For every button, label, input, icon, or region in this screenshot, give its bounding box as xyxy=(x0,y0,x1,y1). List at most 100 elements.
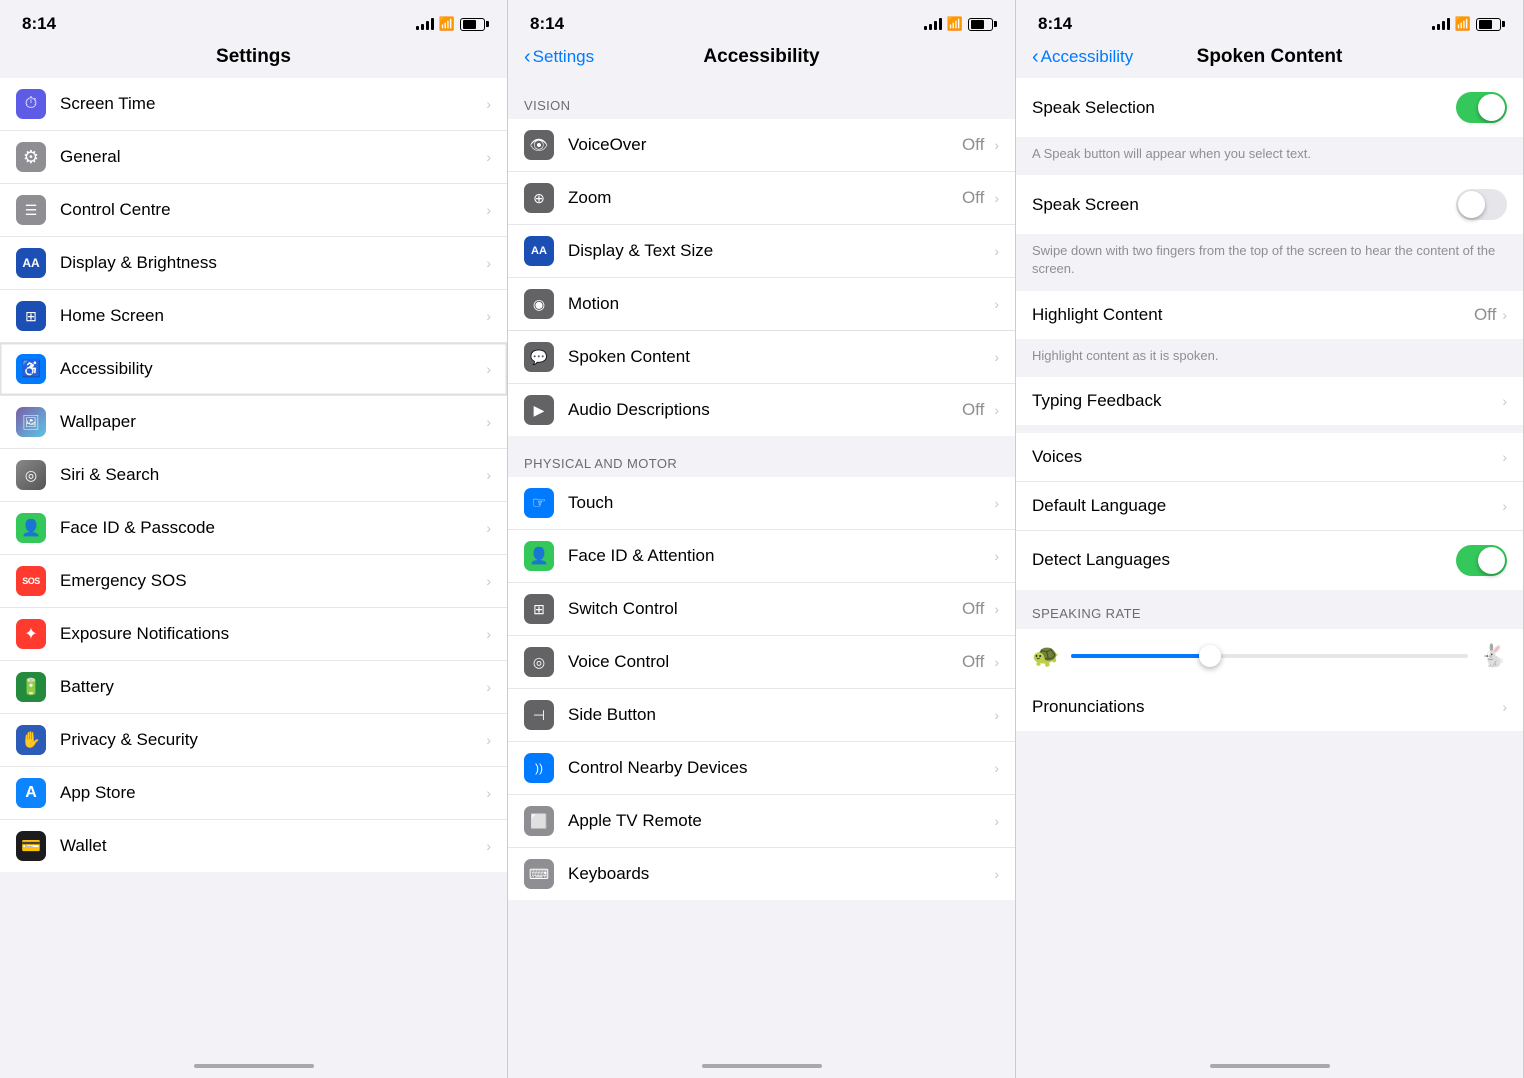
settings-item-general[interactable]: ⚙ General › xyxy=(0,131,507,184)
speak-selection-toggle-knob xyxy=(1478,94,1505,121)
time-3: 8:14 xyxy=(1038,14,1072,34)
settings-back-button[interactable]: ‹ Settings xyxy=(524,47,594,67)
typing-feedback-item[interactable]: Typing Feedback › xyxy=(1016,377,1523,425)
spoken-content-list[interactable]: Speak Selection A Speak button will appe… xyxy=(1016,78,1523,1058)
settings-item-exposure[interactable]: ✦ Exposure Notifications › xyxy=(0,608,507,661)
settings-item-battery[interactable]: 🔋 Battery › xyxy=(0,661,507,714)
settings-item-motion[interactable]: ◉ Motion › xyxy=(508,278,1015,331)
settings-item-side-button[interactable]: ⊣ Side Button › xyxy=(508,689,1015,742)
detect-languages-toggle-knob xyxy=(1478,547,1505,574)
settings-item-privacy-security[interactable]: ✋ Privacy & Security › xyxy=(0,714,507,767)
back-arrow-icon-2: ‹ xyxy=(524,47,531,67)
motion-chevron: › xyxy=(994,296,999,312)
privacy-security-label: Privacy & Security xyxy=(60,730,482,750)
settings-item-app-store[interactable]: A App Store › xyxy=(0,767,507,820)
speak-screen-toggle[interactable] xyxy=(1456,189,1507,220)
speak-screen-item[interactable]: Speak Screen xyxy=(1016,175,1523,234)
accessibility-list[interactable]: VISION 👁 VoiceOver Off › ⊕ Zoom Off › xyxy=(508,78,1015,1058)
settings-item-switch-control[interactable]: ⊞ Switch Control Off › xyxy=(508,583,1015,636)
back-label-2: Settings xyxy=(533,47,594,67)
pronunciations-group: Pronunciations › xyxy=(1016,683,1523,731)
settings-item-wallet[interactable]: 💳 Wallet › xyxy=(0,820,507,872)
face-id-chevron: › xyxy=(486,520,491,536)
zoom-chevron: › xyxy=(994,190,999,206)
speak-selection-group: Speak Selection xyxy=(1016,78,1523,137)
settings-item-touch[interactable]: ☞ Touch › xyxy=(508,477,1015,530)
highlight-content-item[interactable]: Highlight Content Off › xyxy=(1016,291,1523,339)
home-indicator-3 xyxy=(1210,1064,1330,1068)
slow-turtle-icon: 🐢 xyxy=(1032,643,1059,669)
settings-item-control-nearby[interactable]: )) Control Nearby Devices › xyxy=(508,742,1015,795)
control-centre-chevron: › xyxy=(486,202,491,218)
speak-screen-group: Speak Screen xyxy=(1016,175,1523,234)
voices-item[interactable]: Voices › xyxy=(1016,433,1523,482)
wallet-label: Wallet xyxy=(60,836,482,856)
speaking-rate-slider[interactable] xyxy=(1071,654,1467,658)
speak-selection-toggle[interactable] xyxy=(1456,92,1507,123)
voice-control-chevron: › xyxy=(994,654,999,670)
emergency-sos-icon: SOS xyxy=(16,566,46,596)
accessibility-back-button[interactable]: ‹ Accessibility xyxy=(1032,47,1133,67)
zoom-label: Zoom xyxy=(568,188,962,208)
detect-languages-toggle[interactable] xyxy=(1456,545,1507,576)
face-id-attention-icon: 👤 xyxy=(524,541,554,571)
battery-settings-icon: 🔋 xyxy=(16,672,46,702)
speak-selection-description: A Speak button will appear when you sele… xyxy=(1016,137,1523,175)
speaking-rate-fill xyxy=(1071,654,1210,658)
detect-languages-label: Detect Languages xyxy=(1032,550,1456,570)
status-icons-2: 📶 xyxy=(924,16,993,32)
home-indicator-area-2 xyxy=(508,1058,1015,1078)
voices-group: Voices › Default Language › Detect Langu… xyxy=(1016,433,1523,590)
switch-control-icon: ⊞ xyxy=(524,594,554,624)
settings-item-audio-descriptions[interactable]: ▶ Audio Descriptions Off › xyxy=(508,384,1015,436)
switch-control-chevron: › xyxy=(994,601,999,617)
audio-descriptions-icon: ▶ xyxy=(524,395,554,425)
speak-selection-label: Speak Selection xyxy=(1032,98,1456,118)
settings-item-face-id-attention[interactable]: 👤 Face ID & Attention › xyxy=(508,530,1015,583)
status-bar-2: 8:14 📶 xyxy=(508,0,1015,42)
settings-item-wallpaper[interactable]: 🖼 Wallpaper › xyxy=(0,396,507,449)
speak-selection-item[interactable]: Speak Selection xyxy=(1016,78,1523,137)
default-language-item[interactable]: Default Language › xyxy=(1016,482,1523,531)
settings-item-control-centre[interactable]: ☰ Control Centre › xyxy=(0,184,507,237)
vision-group: 👁 VoiceOver Off › ⊕ Zoom Off › AA xyxy=(508,119,1015,436)
home-indicator-1 xyxy=(194,1064,314,1068)
nav-header-2: ‹ Settings Accessibility xyxy=(508,42,1015,78)
settings-item-display-brightness[interactable]: AA Display & Brightness › xyxy=(0,237,507,290)
voiceover-label: VoiceOver xyxy=(568,135,962,155)
settings-item-home-screen[interactable]: ⊞ Home Screen › xyxy=(0,290,507,343)
app-store-chevron: › xyxy=(486,785,491,801)
home-indicator-area-1 xyxy=(0,1058,507,1078)
home-screen-chevron: › xyxy=(486,308,491,324)
apple-tv-remote-label: Apple TV Remote xyxy=(568,811,990,831)
settings-item-keyboards[interactable]: ⌨ Keyboards › xyxy=(508,848,1015,900)
settings-item-spoken-content[interactable]: 💬 Spoken Content › xyxy=(508,331,1015,384)
wallet-chevron: › xyxy=(486,838,491,854)
spoken-content-panel: 8:14 📶 ‹ Accessibility Spoken Content Sp… xyxy=(1016,0,1524,1078)
page-title-2: Accessibility xyxy=(703,46,819,68)
audio-descriptions-chevron: › xyxy=(994,402,999,418)
settings-panel: 8:14 📶 Settings ⏱ Screen Time › xyxy=(0,0,508,1078)
battery-label: Battery xyxy=(60,677,482,697)
settings-item-emergency-sos[interactable]: SOS Emergency SOS › xyxy=(0,555,507,608)
settings-item-voice-control[interactable]: ◎ Voice Control Off › xyxy=(508,636,1015,689)
pronunciations-chevron: › xyxy=(1502,699,1507,715)
pronunciations-item[interactable]: Pronunciations › xyxy=(1016,683,1523,731)
wallpaper-label: Wallpaper xyxy=(60,412,482,432)
settings-item-apple-tv-remote[interactable]: ⬜ Apple TV Remote › xyxy=(508,795,1015,848)
face-id-attention-label: Face ID & Attention xyxy=(568,546,990,566)
settings-item-face-id[interactable]: 👤 Face ID & Passcode › xyxy=(0,502,507,555)
settings-item-siri-search[interactable]: ◎ Siri & Search › xyxy=(0,449,507,502)
settings-list-1[interactable]: ⏱ Screen Time › ⚙ General › ☰ Control Ce… xyxy=(0,78,507,1058)
settings-item-voiceover[interactable]: 👁 VoiceOver Off › xyxy=(508,119,1015,172)
settings-item-display-text-size[interactable]: AA Display & Text Size › xyxy=(508,225,1015,278)
settings-item-zoom[interactable]: ⊕ Zoom Off › xyxy=(508,172,1015,225)
detect-languages-item[interactable]: Detect Languages xyxy=(1016,531,1523,590)
settings-item-screen-time[interactable]: ⏱ Screen Time › xyxy=(0,78,507,131)
exposure-label: Exposure Notifications xyxy=(60,624,482,644)
speaking-rate-section: SPEAKING RATE 🐢 🐇 xyxy=(1016,590,1523,683)
audio-descriptions-label: Audio Descriptions xyxy=(568,400,962,420)
keyboards-icon: ⌨ xyxy=(524,859,554,889)
control-centre-icon: ☰ xyxy=(16,195,46,225)
settings-item-accessibility[interactable]: ♿ Accessibility › xyxy=(0,343,507,396)
